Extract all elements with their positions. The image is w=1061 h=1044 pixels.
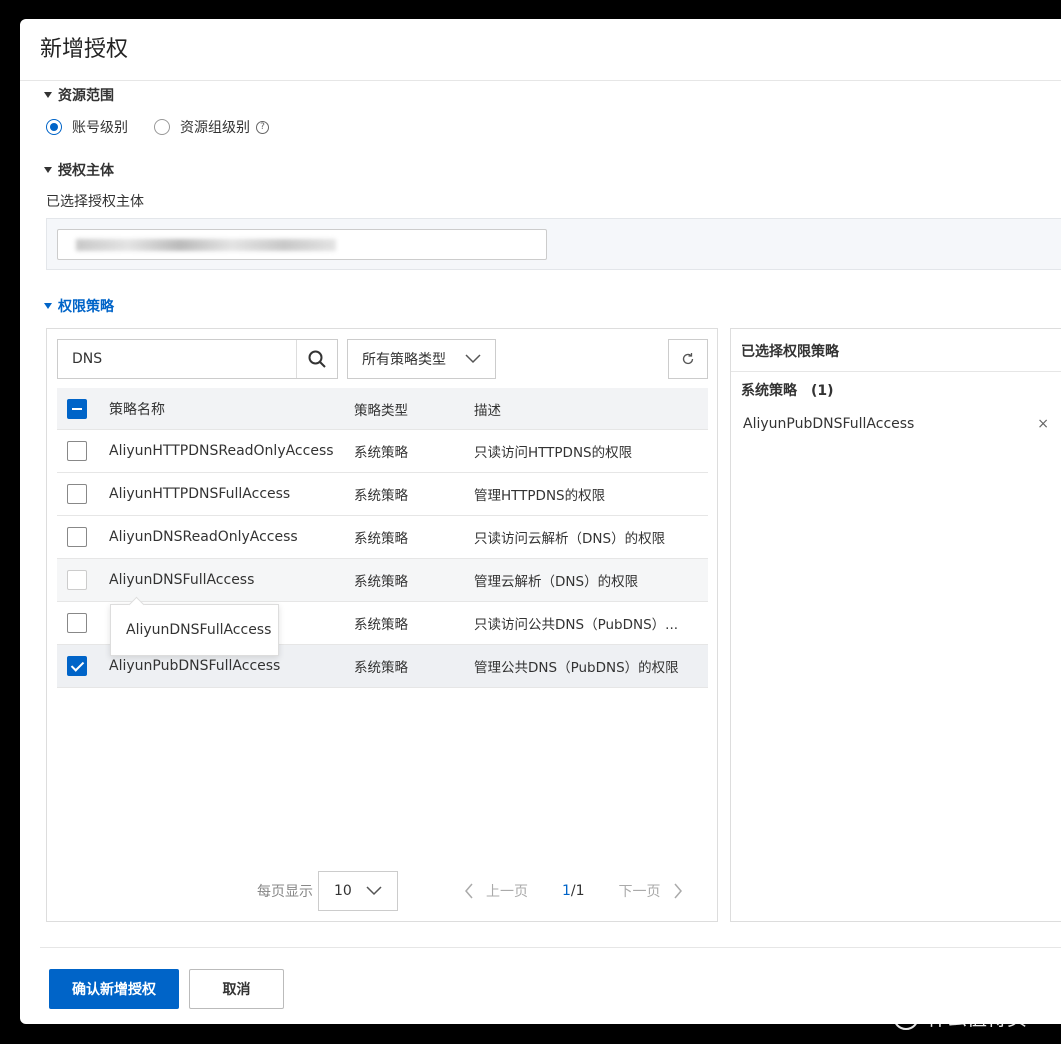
row-checkbox[interactable] xyxy=(67,441,87,461)
watermark: 值 什么值得买 xyxy=(893,1002,1027,1031)
policy-desc: 管理HTTPDNS的权限 xyxy=(474,488,606,504)
policy-type-select[interactable]: 所有策略类型 xyxy=(347,339,496,379)
next-page-button[interactable]: 下一页 xyxy=(619,881,683,901)
search-icon xyxy=(308,350,326,368)
policy-type: 系统策略 xyxy=(354,445,408,461)
prev-page-label: 上一页 xyxy=(486,884,528,900)
policy-type: 系统策略 xyxy=(354,617,408,633)
policy-type: 系统策略 xyxy=(354,488,408,504)
selected-principal-label: 已选择授权主体 xyxy=(46,194,144,210)
row-checkbox[interactable] xyxy=(67,570,87,590)
policy-type: 系统策略 xyxy=(354,531,408,547)
principal-input[interactable] xyxy=(57,229,547,260)
radio-account-level-label[interactable]: 账号级别 xyxy=(72,117,128,137)
table-row[interactable]: AliyunHTTPDNSReadOnlyAccess 系统策略 只读访问HTT… xyxy=(57,430,708,473)
policy-type-value: 所有策略类型 xyxy=(362,352,446,368)
refresh-button[interactable] xyxy=(668,339,708,379)
prev-page-button[interactable]: 上一页 xyxy=(464,881,528,901)
principal-heading: 授权主体 xyxy=(58,163,114,179)
table-row[interactable]: AliyunHTTPDNSFullAccess 系统策略 管理HTTPDNS的权… xyxy=(57,473,708,516)
pagination: 每页显示 10 上一页 1/1 下一页 xyxy=(257,871,683,911)
policy-name-tooltip: AliyunDNSFullAccess xyxy=(110,604,279,656)
column-header-name: 策略名称 xyxy=(109,401,165,418)
policy-name: AliyunDNSReadOnlyAccess xyxy=(109,529,298,545)
blurred-principal-value xyxy=(76,239,336,251)
watermark-text: 什么值得买 xyxy=(927,1006,1027,1030)
resource-scope-radio-group: 账号级别 资源组级别 ? xyxy=(46,117,269,137)
total-pages: /1 xyxy=(570,883,585,899)
confirm-add-permission-button[interactable]: 确认新增授权 xyxy=(49,969,179,1009)
close-icon[interactable]: × xyxy=(1037,416,1049,432)
selected-policy-name: AliyunPubDNSFullAccess xyxy=(743,416,915,432)
footer-divider xyxy=(40,947,1061,948)
policies-section-toggle[interactable]: 权限策略 xyxy=(44,296,114,316)
chevron-right-icon xyxy=(673,883,682,899)
column-header-type: 策略类型 xyxy=(354,402,408,419)
policy-name: AliyunPubDNSFullAccess xyxy=(109,658,281,674)
caret-down-icon xyxy=(44,303,52,309)
resource-scope-heading: 资源范围 xyxy=(58,88,114,104)
resource-scope-section-toggle[interactable]: 资源范围 xyxy=(44,85,114,105)
dialog-title: 新增授权 xyxy=(20,19,1061,81)
policy-search-input[interactable]: DNS xyxy=(58,340,296,378)
watermark-logo-icon: 值 xyxy=(893,1003,919,1030)
table-row[interactable]: AliyunDNSReadOnlyAccess 系统策略 只读访问云解析（DNS… xyxy=(57,516,708,559)
chevron-left-icon xyxy=(465,883,473,899)
policy-desc: 管理云解析（DNS）的权限 xyxy=(474,574,639,590)
page-size-select[interactable]: 10 xyxy=(318,871,398,911)
select-all-checkbox[interactable] xyxy=(67,398,87,419)
policy-desc: 只读访问公共DNS（PubDNS）... xyxy=(474,617,679,633)
row-checkbox[interactable] xyxy=(67,613,87,633)
chevron-down-icon xyxy=(465,354,481,364)
row-checkbox[interactable] xyxy=(67,656,87,676)
page-size-value: 10 xyxy=(334,883,352,899)
question-circle-icon[interactable]: ? xyxy=(256,120,269,134)
policy-name: AliyunDNSFullAccess xyxy=(109,572,255,588)
caret-down-icon xyxy=(44,167,52,173)
table-row[interactable]: AliyunDNSFullAccess 系统策略 管理云解析（DNS）的权限 xyxy=(57,559,708,602)
principal-container xyxy=(46,218,1061,270)
policies-heading: 权限策略 xyxy=(58,299,114,315)
selected-policy-item: AliyunPubDNSFullAccess × xyxy=(731,408,1061,440)
current-page: 1 xyxy=(562,883,571,899)
policy-name: AliyunHTTPDNSReadOnlyAccess xyxy=(109,443,334,459)
policy-desc: 只读访问HTTPDNS的权限 xyxy=(474,445,633,461)
selected-policies-title: 已选择权限策略 xyxy=(731,329,1061,372)
principal-section-toggle[interactable]: 授权主体 xyxy=(44,160,114,180)
chevron-down-icon xyxy=(366,886,382,896)
policy-name: AliyunHTTPDNSFullAccess xyxy=(109,486,291,502)
add-permission-dialog: 新增授权 资源范围 账号级别 资源组级别 ? 授权主体 已选择授权主体 权限策略… xyxy=(20,19,1061,1024)
policy-desc: 管理公共DNS（PubDNS）的权限 xyxy=(474,660,679,676)
policy-desc: 只读访问云解析（DNS）的权限 xyxy=(474,531,666,547)
column-header-desc: 描述 xyxy=(474,402,501,419)
policy-type: 系统策略 xyxy=(354,574,408,590)
policy-type: 系统策略 xyxy=(354,660,408,676)
per-page-label: 每页显示 xyxy=(257,884,313,900)
page-indicator: 1/1 xyxy=(562,883,585,899)
next-page-label: 下一页 xyxy=(618,884,661,900)
cancel-button[interactable]: 取消 xyxy=(189,969,284,1009)
selected-group-label: 系统策略 (1) xyxy=(741,383,834,399)
refresh-icon xyxy=(682,353,694,365)
row-checkbox[interactable] xyxy=(67,484,87,504)
caret-down-icon xyxy=(44,92,52,98)
radio-resource-group-level[interactable] xyxy=(154,119,170,135)
policy-search: DNS xyxy=(57,339,338,379)
selected-policies-panel: 已选择权限策略 系统策略 (1) AliyunPubDNSFullAccess … xyxy=(730,328,1061,922)
search-button[interactable] xyxy=(296,340,337,378)
table-header-row: 策略名称 策略类型 描述 xyxy=(57,388,708,430)
row-checkbox[interactable] xyxy=(67,527,87,547)
radio-account-level[interactable] xyxy=(46,119,62,135)
radio-resource-group-level-label[interactable]: 资源组级别 xyxy=(180,117,250,137)
